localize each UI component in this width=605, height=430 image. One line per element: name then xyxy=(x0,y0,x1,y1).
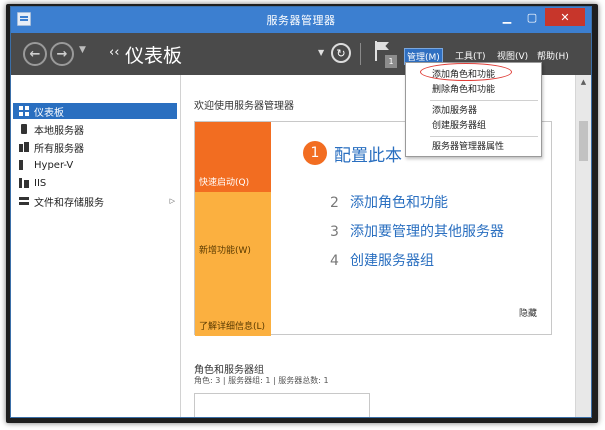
vertical-scrollbar[interactable]: ▲ xyxy=(575,75,591,417)
roles-summary: 角色: 3 | 服务器组: 1 | 服务器总数: 1 xyxy=(194,376,329,385)
menu-separator xyxy=(430,136,538,137)
step-1-number: 1 xyxy=(303,141,327,165)
menu-item-create-server-group[interactable]: 创建服务器组 xyxy=(406,119,541,133)
breadcrumb-chevron-icon: ‹‹ xyxy=(109,45,120,60)
notification-badge: 1 xyxy=(385,55,397,68)
expand-arrow-icon[interactable]: ▷ xyxy=(170,197,175,205)
sidebar-item-iis[interactable]: IIS xyxy=(13,175,177,191)
sidebar: 仪表板 本地服务器 所有服务器 Hyper-V IIS 文件和存储服务 ▷ xyxy=(11,75,181,417)
sidebar-item-label: 仪表板 xyxy=(34,107,64,119)
sidebar-item-all-servers[interactable]: 所有服务器 xyxy=(13,139,177,155)
step-number: 3 xyxy=(330,224,339,240)
tile-quick-start[interactable]: 快速启动(Q) xyxy=(195,122,271,192)
menu-separator xyxy=(430,100,538,101)
minimize-button[interactable]: ▁ xyxy=(495,8,519,26)
scroll-up-icon[interactable]: ▲ xyxy=(576,75,591,89)
tile-label: 了解详细信息(L) xyxy=(199,322,266,332)
tile-label: 快速启动(Q) xyxy=(199,178,250,188)
scroll-thumb[interactable] xyxy=(579,121,588,161)
sidebar-item-label: 所有服务器 xyxy=(34,143,84,155)
close-button[interactable]: ✕ xyxy=(545,8,585,26)
step-text: 添加要管理的其他服务器 xyxy=(350,224,504,240)
header-divider xyxy=(360,43,361,65)
title-dropdown-icon[interactable]: ▼ xyxy=(318,48,324,57)
tile-whats-new[interactable]: 新增功能(W) xyxy=(195,192,271,260)
menu-item-remove-roles[interactable]: 删除角色和功能 xyxy=(406,83,541,97)
tile-label: 新增功能(W) xyxy=(199,246,251,256)
sidebar-item-dashboard[interactable]: 仪表板 xyxy=(13,103,177,119)
sidebar-item-local-server[interactable]: 本地服务器 xyxy=(13,121,177,137)
step-text: 创建服务器组 xyxy=(350,253,434,269)
role-tile[interactable] xyxy=(194,393,370,417)
servers-icon xyxy=(19,142,29,152)
maximize-button[interactable]: ▢ xyxy=(520,8,544,26)
tile-learn-more[interactable]: 了解详细信息(L) xyxy=(195,260,271,336)
page-title: 仪表板 xyxy=(125,45,183,67)
dashboard-icon xyxy=(19,106,29,116)
step-number: 2 xyxy=(330,195,339,211)
sidebar-item-label: IIS xyxy=(34,177,47,189)
step-4-create-group-link[interactable]: 4 创建服务器组 xyxy=(330,250,434,270)
sidebar-item-label: 本地服务器 xyxy=(34,125,84,137)
hide-link[interactable]: 隐藏 xyxy=(519,306,537,319)
menu-item-properties[interactable]: 服务器管理器属性 xyxy=(406,140,541,154)
sidebar-item-label: 文件和存储服务 xyxy=(34,197,104,209)
iis-icon xyxy=(19,178,29,188)
menu-item-add-servers[interactable]: 添加服务器 xyxy=(406,104,541,118)
window-controls: ▁ ▢ ✕ xyxy=(495,8,585,26)
sidebar-item-file-storage[interactable]: 文件和存储服务 ▷ xyxy=(13,193,177,209)
welcome-heading: 欢迎使用服务器管理器 xyxy=(194,101,294,112)
hyperv-icon xyxy=(19,160,23,170)
step-2-add-roles-link[interactable]: 2 添加角色和功能 xyxy=(330,192,448,212)
step-text: 添加角色和功能 xyxy=(350,195,448,211)
menu-help[interactable]: 帮助(H) xyxy=(535,48,571,63)
sidebar-item-label: Hyper-V xyxy=(34,159,74,171)
sidebar-item-hyperv[interactable]: Hyper-V xyxy=(13,157,177,173)
forward-arrow-icon[interactable]: → xyxy=(50,42,74,66)
server-icon xyxy=(21,124,27,134)
file-storage-icon xyxy=(19,196,29,206)
back-arrow-icon[interactable]: ← xyxy=(23,42,47,66)
history-dropdown-icon[interactable]: ▼ xyxy=(79,45,86,55)
step-3-add-servers-link[interactable]: 3 添加要管理的其他服务器 xyxy=(330,221,504,241)
step-1-configure-link[interactable]: 配置此本 xyxy=(334,141,402,166)
menu-tools[interactable]: 工具(T) xyxy=(453,48,488,63)
step-number: 4 xyxy=(330,253,339,269)
highlight-annotation xyxy=(420,63,512,81)
title-bar: 服务器管理器 ▁ ▢ ✕ xyxy=(11,7,591,33)
menu-view[interactable]: 视图(V) xyxy=(495,48,530,63)
refresh-icon[interactable]: ↻ xyxy=(331,43,351,63)
roles-section-title: 角色和服务器组 xyxy=(194,365,264,376)
